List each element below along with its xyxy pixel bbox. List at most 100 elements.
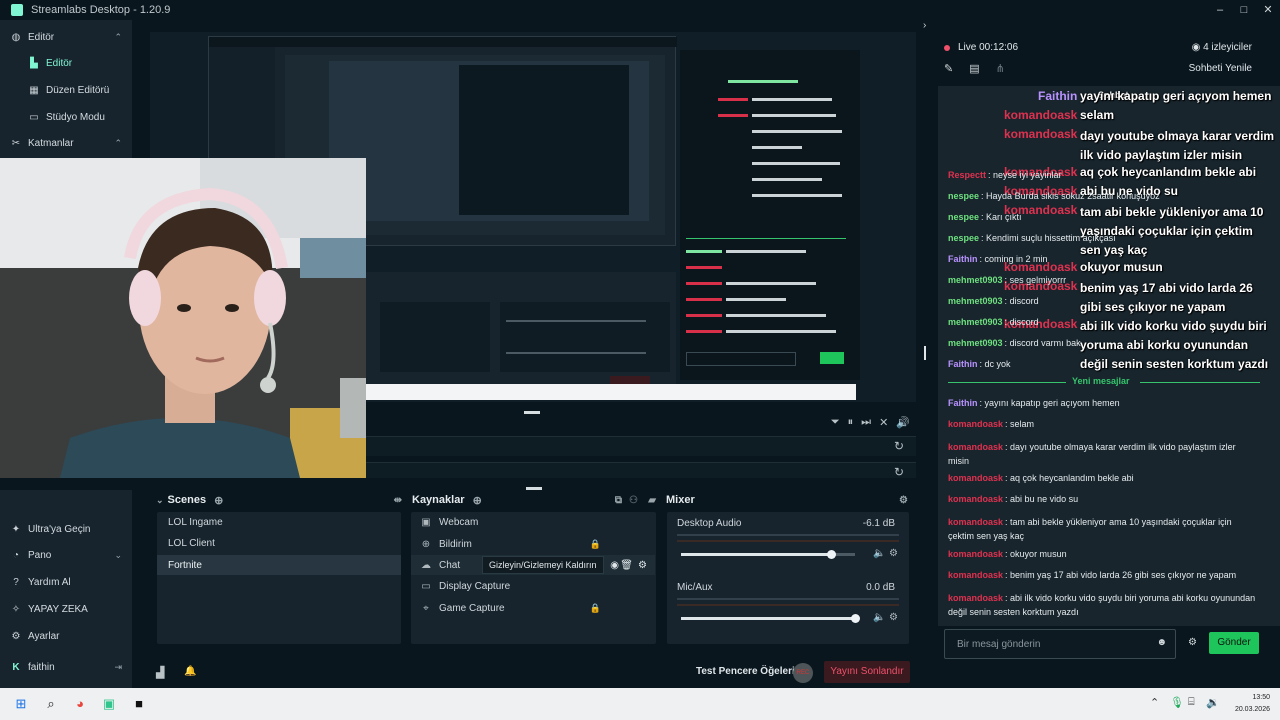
chat-username: komandoask	[948, 570, 1004, 580]
nav-ultra[interactable]: ✦ Ultra'ya Geçin	[0, 516, 132, 542]
network-icon[interactable]: ⌸	[1188, 696, 1195, 709]
scenes-title: Scenes	[167, 494, 207, 506]
layout-icon[interactable]: ▤	[969, 62, 979, 75]
add-source-icon[interactable]: ⊕	[473, 494, 482, 507]
refresh-icon-2[interactable]: ↻	[894, 465, 904, 479]
volume-icon[interactable]: 🔊	[896, 416, 910, 429]
lock-icon[interactable]: 🔒	[590, 539, 601, 550]
bell-icon[interactable]: 🔔	[184, 666, 196, 677]
end-stream-button[interactable]: Yayını Sonlandır	[824, 661, 910, 683]
test-widgets-label[interactable]: Test Pencere Öğeleri	[696, 666, 795, 677]
nav-editor[interactable]: ▙ Editör	[0, 50, 132, 76]
eye-icon[interactable]: ⚇	[629, 495, 638, 506]
send-button[interactable]: Gönder	[1209, 632, 1259, 654]
emoji-icon[interactable]: ☻	[1156, 637, 1167, 648]
refresh-icon[interactable]: ↻	[894, 439, 904, 453]
epic-games-icon[interactable]: ■	[129, 694, 149, 714]
visibility-icon[interactable]: ◉	[610, 560, 619, 571]
share-icon[interactable]: ⋔	[996, 62, 1005, 75]
speaker-icon[interactable]: 🔈	[873, 612, 885, 623]
gear-icon[interactable]: ⚙	[899, 495, 908, 506]
volume-knob[interactable]	[826, 550, 836, 559]
maximize-button[interactable]: □	[1232, 0, 1256, 20]
nav-help[interactable]: ? Yardım Al	[0, 569, 132, 595]
group-icon[interactable]: ⧉	[615, 495, 622, 506]
gear-icon[interactable]: ⚙	[889, 548, 898, 559]
next-icon[interactable]: ⏭	[861, 416, 871, 429]
volume-slider[interactable]	[681, 550, 855, 559]
drag-handle[interactable]	[924, 346, 926, 360]
source-item[interactable]: ▭ Display Capture	[411, 576, 655, 596]
source-item[interactable]: ⊕ Bildirim 🔒	[411, 534, 655, 554]
chevron-right-icon[interactable]: ›	[923, 20, 926, 31]
lock-icon[interactable]: 🔒	[590, 603, 601, 614]
nav-ai[interactable]: ✧ YAPAY ZEKA	[0, 596, 132, 622]
panel-split[interactable]: ›	[920, 20, 934, 688]
chevron-up-icon[interactable]: ⌃	[1150, 696, 1159, 709]
chat-username: komandoask	[948, 517, 1004, 527]
mixer-header: Mixer ⚙	[666, 490, 912, 510]
nav-dashboard[interactable]: ◔ Pano ⌄	[0, 542, 132, 568]
volume-slider[interactable]	[681, 614, 860, 623]
gear-icon[interactable]: ⚙	[638, 560, 647, 571]
source-item[interactable]: ▣ Webcam	[411, 512, 655, 532]
scene-item[interactable]: LOL Ingame	[157, 512, 401, 532]
scene-item[interactable]: LOL Client	[157, 533, 401, 553]
chat-text: discord	[1009, 296, 1039, 306]
nav-user-label: faithin	[28, 661, 55, 673]
chevron-down-icon[interactable]: ⌄	[156, 495, 164, 506]
transition-icon[interactable]: ⇹	[394, 495, 402, 506]
volume-icon[interactable]: 🔉	[1206, 696, 1220, 709]
trash-icon[interactable]: 🗑	[620, 560, 633, 571]
search-icon[interactable]: ⌕	[41, 694, 61, 714]
globe-icon: ⊕	[421, 538, 431, 550]
refresh-chat-button[interactable]: Sohbeti Yenile	[1189, 63, 1252, 74]
mute-mic-icon[interactable]: ✕	[879, 416, 888, 429]
chat-text: selam	[1010, 419, 1035, 429]
nav-layout-editor-label: Düzen Editörü	[46, 84, 110, 96]
gear-icon[interactable]: ⚙	[1188, 637, 1197, 648]
resize-handle[interactable]	[524, 411, 540, 414]
tools-icon: ✂	[11, 137, 21, 149]
chevron-up-icon: ⌃	[114, 31, 122, 42]
microphone-icon[interactable]: 🎙	[1170, 696, 1184, 709]
overlay-message: selam	[1080, 108, 1115, 122]
overlay-message: abi ilk vido korku vido şuydu biri yorum…	[1080, 319, 1269, 371]
gear-icon[interactable]: ⚙	[889, 612, 898, 623]
scene-item-selected[interactable]: Fortnite	[157, 555, 401, 575]
nav-user[interactable]: K faithin ⇥	[0, 654, 132, 680]
close-window-button[interactable]: ✕	[1256, 0, 1280, 20]
nav-studio-mode[interactable]: ▭ Stüdyo Modu	[0, 104, 132, 130]
chat-messages[interactable]: Sohbet Faithin yayını kapatıp geri açıyom…	[938, 86, 1280, 626]
system-clock[interactable]: 13:50 20.03.2026	[1235, 692, 1270, 716]
stats-icon[interactable]: ▟	[156, 666, 164, 679]
add-scene-icon[interactable]: ⊕	[214, 494, 223, 507]
chat-username: komandoask	[948, 442, 1004, 452]
chat-message: nespee: Karı çıktı	[948, 212, 1022, 222]
volume-knob[interactable]	[851, 614, 860, 623]
nav-editor-section[interactable]: ◍ Editör ⌃	[0, 24, 132, 50]
chrome-icon[interactable]: ◕	[70, 694, 90, 714]
captured-send	[820, 352, 844, 364]
filter-icon[interactable]: ⏷	[831, 416, 840, 429]
windows-start-icon[interactable]: ⊞	[11, 694, 31, 714]
chat-username: komandoask	[948, 549, 1004, 559]
source-item[interactable]: ⌖ Game Capture 🔒	[411, 598, 655, 618]
speaker-icon[interactable]: 🔈	[873, 548, 885, 559]
nav-ultra-label: Ultra'ya Geçin	[28, 523, 91, 535]
folder-icon[interactable]: ▰	[648, 495, 656, 506]
pencil-icon[interactable]: ✎	[944, 62, 953, 75]
nav-layers[interactable]: ✂ Katmanlar ⌃	[0, 130, 132, 156]
new-messages-label: Yeni mesajlar	[1072, 376, 1130, 386]
logout-icon[interactable]: ⇥	[114, 662, 122, 673]
chat-message: komandoask: benim yaş 17 abi vido larda …	[948, 570, 1237, 580]
minimize-button[interactable]: –	[1208, 0, 1232, 20]
record-button[interactable]: REC	[793, 663, 813, 683]
os-taskbar: ⊞ ⌕ ◕ ▣ ■ ⌃ 🎙 ⌸ 🔉 13:50 20.03.2026	[0, 688, 1280, 720]
streamlabs-icon[interactable]: ▣	[99, 694, 119, 714]
chat-message-input[interactable]	[945, 630, 1145, 658]
pause-icon[interactable]: ⏸	[848, 416, 854, 429]
chat-text: Kendimi suçlu hissettim açıkçası	[986, 233, 1116, 243]
nav-layout-editor[interactable]: ▦ Düzen Editörü	[0, 77, 132, 103]
nav-settings[interactable]: ⚙ Ayarlar	[0, 623, 132, 649]
